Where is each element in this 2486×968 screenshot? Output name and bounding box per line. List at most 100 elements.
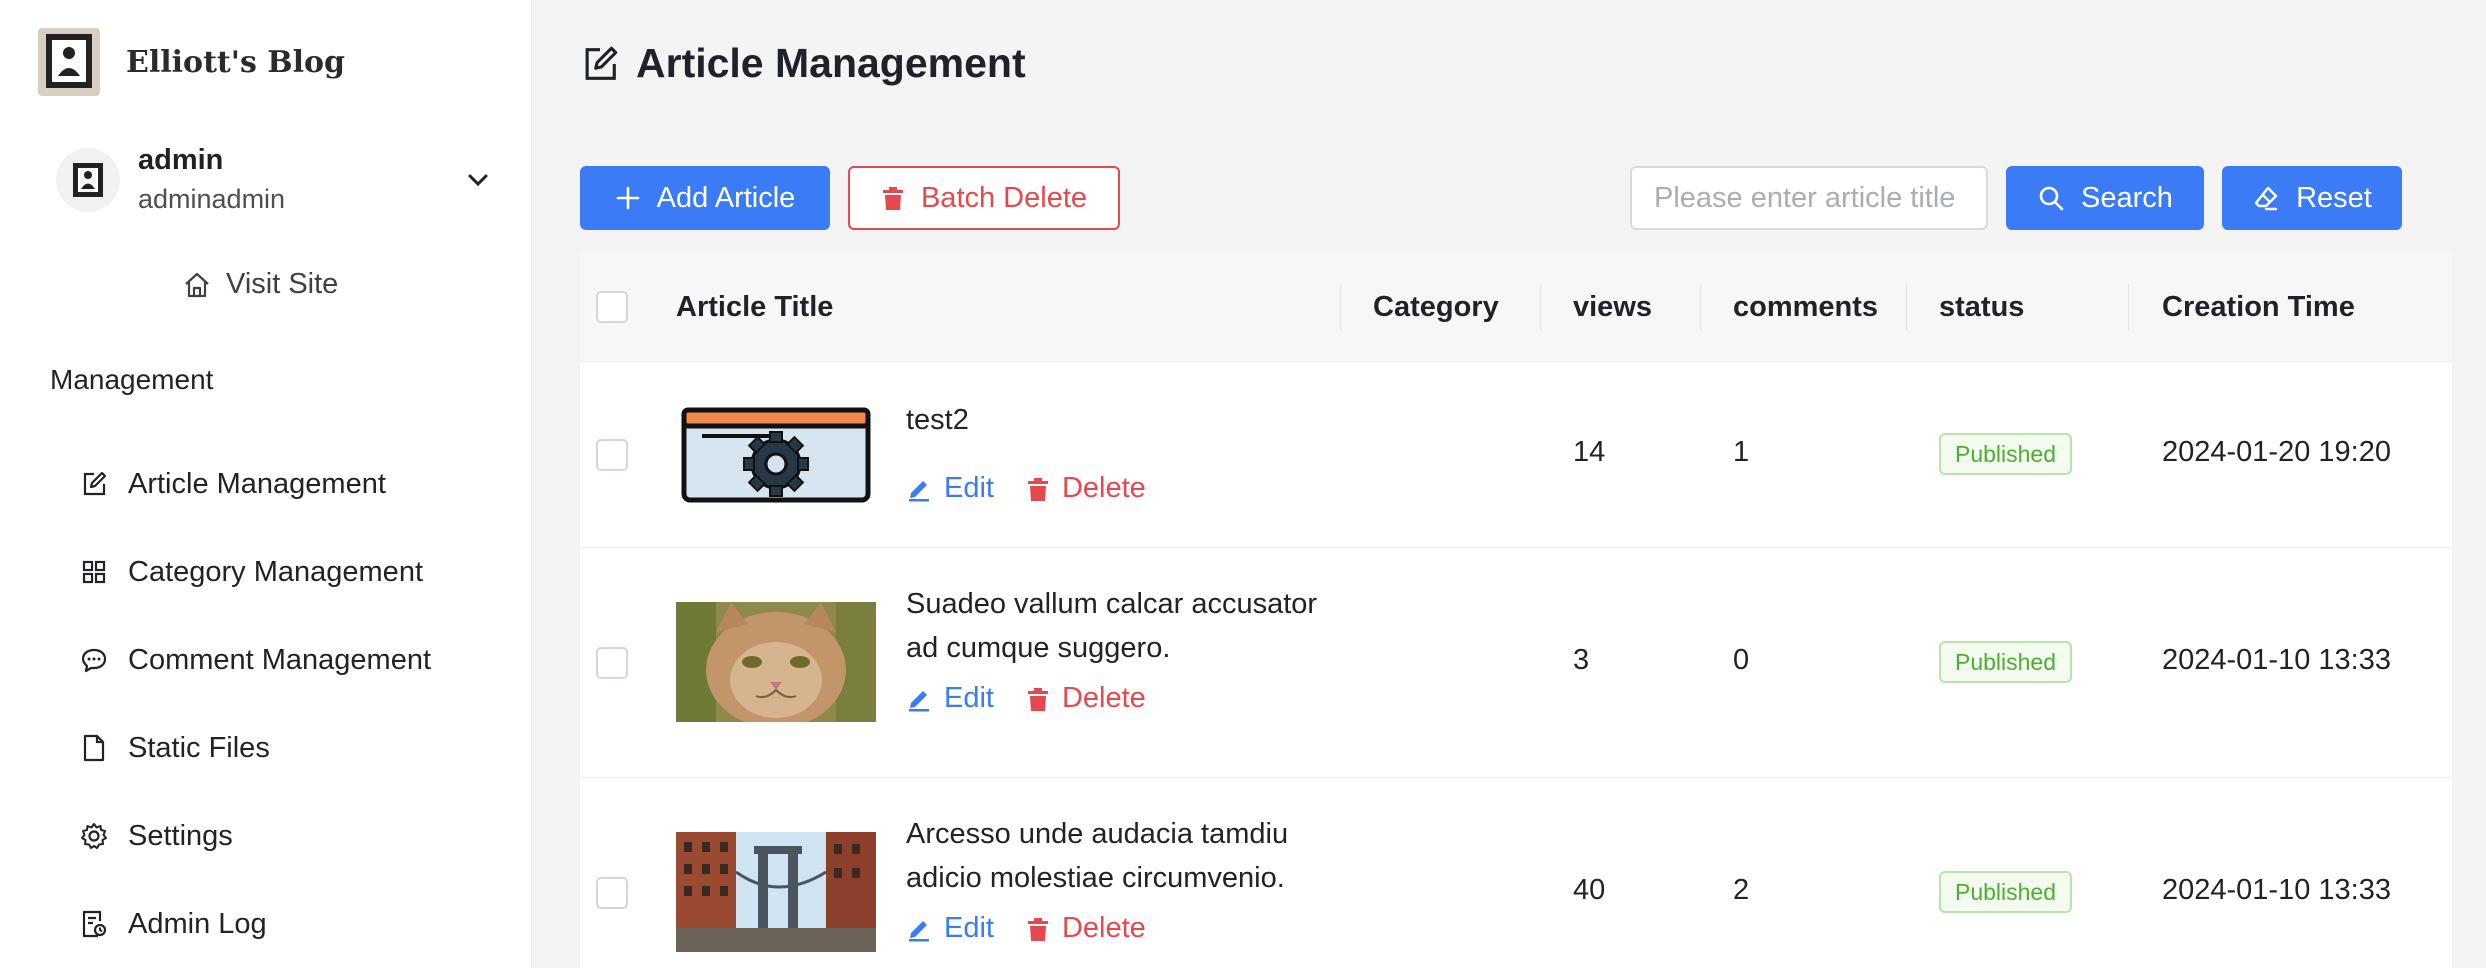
trash-icon xyxy=(1026,476,1050,502)
status-cell: Published xyxy=(1939,433,2073,475)
user-name: admin xyxy=(138,144,224,176)
column-header-views[interactable]: views xyxy=(1573,252,1652,362)
row-actions: Edit Delete xyxy=(890,472,1162,505)
row-select-cell xyxy=(596,439,628,471)
add-article-button[interactable]: Add Article xyxy=(580,166,830,230)
article-title[interactable]: test2 xyxy=(906,398,1336,442)
file-icon xyxy=(78,732,110,764)
batch-delete-label: Batch Delete xyxy=(920,181,1088,214)
sidebar: Elliott's Blog admin adminadmin Visit Si… xyxy=(0,0,532,968)
page-title: Article Management xyxy=(580,40,1026,87)
batch-delete-button[interactable]: Batch Delete xyxy=(848,166,1120,230)
sidebar-item-comment-management[interactable]: Comment Management xyxy=(78,616,431,704)
status-cell: Published xyxy=(1939,641,2073,683)
row-select-cell xyxy=(596,877,628,909)
main-content: Article Management Add Article Batch Del… xyxy=(532,0,2486,968)
trash-icon xyxy=(1026,916,1050,942)
edit-button[interactable]: Edit xyxy=(890,472,1010,505)
row-select-cell xyxy=(596,647,628,679)
add-article-label: Add Article xyxy=(656,181,796,214)
brand-name: Elliott's Blog xyxy=(126,44,346,80)
select-all-checkbox[interactable] xyxy=(596,291,628,323)
log-icon xyxy=(78,908,110,940)
edit-icon xyxy=(580,44,620,84)
delete-label: Delete xyxy=(1061,682,1146,714)
grid-icon xyxy=(78,556,110,588)
comments-cell: 1 xyxy=(1733,436,1750,468)
article-title[interactable]: Arcesso unde audacia tamdiu adicio moles… xyxy=(906,812,1336,900)
avatar xyxy=(56,148,120,212)
table-header: Article Title Category views comments st… xyxy=(580,252,2452,362)
column-divider xyxy=(1340,284,1341,330)
toolbar: Add Article Batch Delete Search Reset xyxy=(580,166,2402,232)
row-checkbox[interactable] xyxy=(596,647,628,679)
edit-button[interactable]: Edit xyxy=(890,912,1010,945)
search-icon xyxy=(2037,184,2065,212)
table-row: Suadeo vallum calcar accusator ad cumque… xyxy=(580,548,2452,778)
eraser-icon xyxy=(2252,184,2280,212)
page-title-text: Article Management xyxy=(636,40,1026,86)
column-divider xyxy=(1540,284,1541,330)
column-header-status[interactable]: status xyxy=(1939,252,2024,362)
edit-icon xyxy=(78,468,110,500)
row-checkbox[interactable] xyxy=(596,439,628,471)
column-header-category[interactable]: Category xyxy=(1373,252,1499,362)
status-cell: Published xyxy=(1939,871,2073,913)
pencil-icon xyxy=(906,686,932,712)
trash-icon xyxy=(1026,686,1050,712)
sidebar-item-label: Comment Management xyxy=(128,643,432,676)
comments-cell: 2 xyxy=(1733,874,1750,906)
sidebar-item-admin-log[interactable]: Admin Log xyxy=(78,880,431,968)
article-thumbnail xyxy=(676,602,876,722)
views-cell: 14 xyxy=(1573,436,1606,468)
column-header-creation-time[interactable]: Creation Time xyxy=(2162,252,2355,362)
delete-button[interactable]: Delete xyxy=(1010,682,1162,715)
column-divider xyxy=(1906,284,1907,330)
select-all-cell xyxy=(596,252,628,362)
delete-button[interactable]: Delete xyxy=(1010,472,1162,505)
pencil-icon xyxy=(906,916,932,942)
sidebar-item-settings[interactable]: Settings xyxy=(78,792,431,880)
status-badge: Published xyxy=(1939,433,2073,475)
chevron-down-icon[interactable] xyxy=(460,162,496,198)
views-cell: 3 xyxy=(1573,644,1590,676)
reset-label: Reset xyxy=(2296,181,2372,214)
home-icon xyxy=(182,270,212,300)
column-header-title[interactable]: Article Title xyxy=(676,252,833,362)
trash-icon xyxy=(881,185,905,211)
delete-button[interactable]: Delete xyxy=(1010,912,1162,945)
search-button[interactable]: Search xyxy=(2006,166,2204,230)
sidebar-item-category-management[interactable]: Category Management xyxy=(78,528,431,616)
comments-cell: 0 xyxy=(1733,644,1750,676)
edit-button[interactable]: Edit xyxy=(890,682,1010,715)
sidebar-item-label: Category Management xyxy=(128,555,423,588)
edit-label: Edit xyxy=(944,912,994,944)
article-title[interactable]: Suadeo vallum calcar accusator ad cumque… xyxy=(906,582,1336,670)
sidebar-item-label: Admin Log xyxy=(128,907,267,940)
sidebar-item-label: Article Management xyxy=(128,467,386,500)
row-checkbox[interactable] xyxy=(596,877,628,909)
sidebar-item-label: Settings xyxy=(128,819,233,852)
logo-icon xyxy=(38,28,100,96)
user-username: adminadmin xyxy=(138,184,286,214)
reset-button[interactable]: Reset xyxy=(2222,166,2402,230)
sidebar-menu: Article Management Category Management C… xyxy=(78,440,431,968)
comment-icon xyxy=(78,644,110,676)
plus-icon xyxy=(615,185,641,211)
user-dropdown[interactable]: admin adminadmin xyxy=(56,140,496,220)
column-header-comments[interactable]: comments xyxy=(1733,252,1878,362)
sidebar-item-static-files[interactable]: Static Files xyxy=(78,704,431,792)
article-table: Article Title Category views comments st… xyxy=(580,252,2452,968)
article-thumbnail xyxy=(676,832,876,952)
edit-label: Edit xyxy=(944,682,994,714)
visit-site-link[interactable]: Visit Site xyxy=(182,268,338,301)
brand-logo[interactable]: Elliott's Blog xyxy=(38,28,345,96)
column-divider xyxy=(1700,284,1701,330)
pencil-icon xyxy=(906,476,932,502)
search-input[interactable] xyxy=(1630,166,1988,230)
sidebar-item-article-management[interactable]: Article Management xyxy=(78,440,431,528)
delete-label: Delete xyxy=(1061,912,1146,944)
created-cell: 2024-01-10 13:33 xyxy=(2162,874,2391,906)
visit-site-label: Visit Site xyxy=(226,268,339,300)
table-row: test2 Edit Delete 14 1 Published 2024-01… xyxy=(580,362,2452,548)
